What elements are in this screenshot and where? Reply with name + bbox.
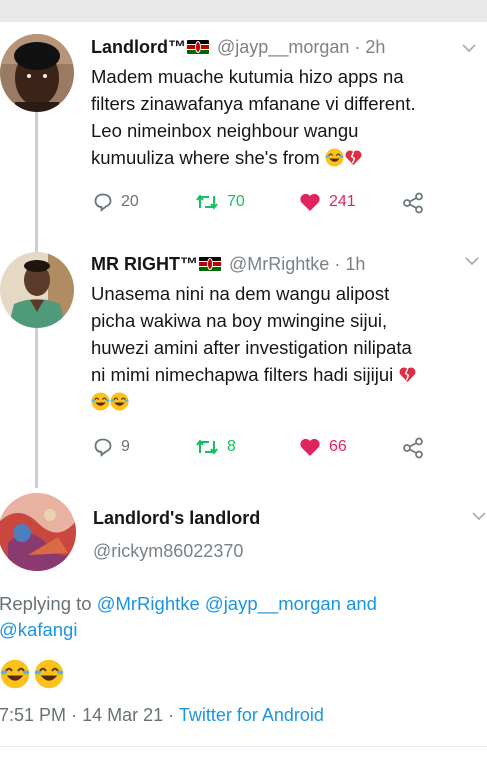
like-button[interactable]: 241: [299, 192, 356, 212]
mention-link[interactable]: @MrRightke: [97, 593, 200, 614]
tweet-header: Landlord™ @jayp__morgan · 2h: [91, 37, 385, 58]
timestamp[interactable]: · 1h: [334, 254, 365, 274]
broken-heart-emoji-icon: [345, 150, 362, 166]
meta-separator: ·: [71, 705, 78, 725]
reply-button[interactable]: 20: [93, 192, 139, 212]
and-word: and: [346, 593, 377, 614]
laughing-emoji-icon: [91, 392, 110, 411]
meta-separator: ·: [168, 705, 175, 725]
broken-heart-emoji-icon: [399, 367, 416, 383]
username[interactable]: @rickym86022370: [93, 541, 243, 561]
display-name[interactable]: MR RIGHT™: [91, 254, 198, 274]
tweet-source[interactable]: Twitter for Android: [179, 705, 324, 725]
laughing-emoji-icon: [0, 659, 30, 689]
like-count: 66: [329, 438, 347, 455]
replying-to: Replying to @MrRightke @jayp__morgan and…: [0, 591, 377, 643]
like-count: 241: [329, 193, 356, 210]
mention-link[interactable]: @kafangi: [0, 619, 77, 640]
avatar-image: [0, 34, 74, 112]
tweet-header: MR RIGHT™ @MrRightke · 1h: [91, 254, 365, 275]
status-bar: [0, 0, 487, 22]
reply-button[interactable]: 9: [93, 437, 130, 457]
heart-icon: [300, 438, 320, 456]
tweet-text: Madem muache kutumia hizo apps na filter…: [91, 66, 416, 168]
display-name[interactable]: Landlord's landlord: [93, 508, 260, 528]
avatar[interactable]: [0, 252, 74, 328]
chevron-down-icon[interactable]: [462, 43, 476, 53]
avatar-image: [0, 252, 74, 328]
mention-link[interactable]: @jayp__morgan: [205, 593, 341, 614]
laughing-emoji-icon: [110, 392, 129, 411]
display-name[interactable]: Landlord™: [91, 37, 186, 57]
laughing-emoji-icon: [34, 659, 64, 689]
retweet-button[interactable]: 70: [195, 192, 245, 212]
tweet-text: Unasema nini na dem wangu alipost picha …: [91, 280, 417, 415]
laughing-emoji-icon: [325, 148, 344, 167]
heart-icon: [300, 193, 320, 211]
avatar[interactable]: [0, 34, 74, 112]
thread-line: [35, 112, 38, 252]
reply-count: 20: [121, 193, 139, 210]
chevron-down-icon[interactable]: [472, 511, 486, 521]
reply-icon: [94, 193, 112, 212]
thread-line: [35, 328, 38, 488]
tweet-header: Landlord's landlord: [93, 508, 260, 529]
retweet-icon: [196, 194, 218, 210]
avatar[interactable]: [0, 493, 76, 571]
divider: [0, 746, 487, 747]
like-button[interactable]: 66: [299, 437, 347, 457]
username[interactable]: @jayp__morgan: [217, 37, 349, 57]
avatar-image: [0, 493, 76, 571]
share-icon[interactable]: [402, 192, 424, 214]
kenya-flag-icon: [187, 40, 209, 54]
tweet-date[interactable]: 14 Mar 21: [82, 705, 163, 725]
reply-icon: [94, 438, 112, 457]
retweet-button[interactable]: 8: [195, 437, 236, 457]
replying-to-label: Replying to: [0, 593, 92, 614]
retweet-icon: [196, 439, 218, 455]
reply-count: 9: [121, 438, 130, 455]
share-icon[interactable]: [402, 437, 424, 459]
retweet-count: 70: [227, 193, 245, 210]
tweet-meta: 7:51 PM · 14 Mar 21 · Twitter for Androi…: [0, 705, 324, 726]
chevron-down-icon[interactable]: [465, 256, 479, 266]
kenya-flag-icon: [199, 257, 221, 271]
tweet-time[interactable]: 7:51 PM: [0, 705, 66, 725]
retweet-count: 8: [227, 438, 236, 455]
timestamp[interactable]: · 2h: [354, 37, 385, 57]
username-row: @rickym86022370: [93, 541, 243, 562]
username[interactable]: @MrRightke: [229, 254, 329, 274]
tweet-text: [0, 659, 64, 694]
